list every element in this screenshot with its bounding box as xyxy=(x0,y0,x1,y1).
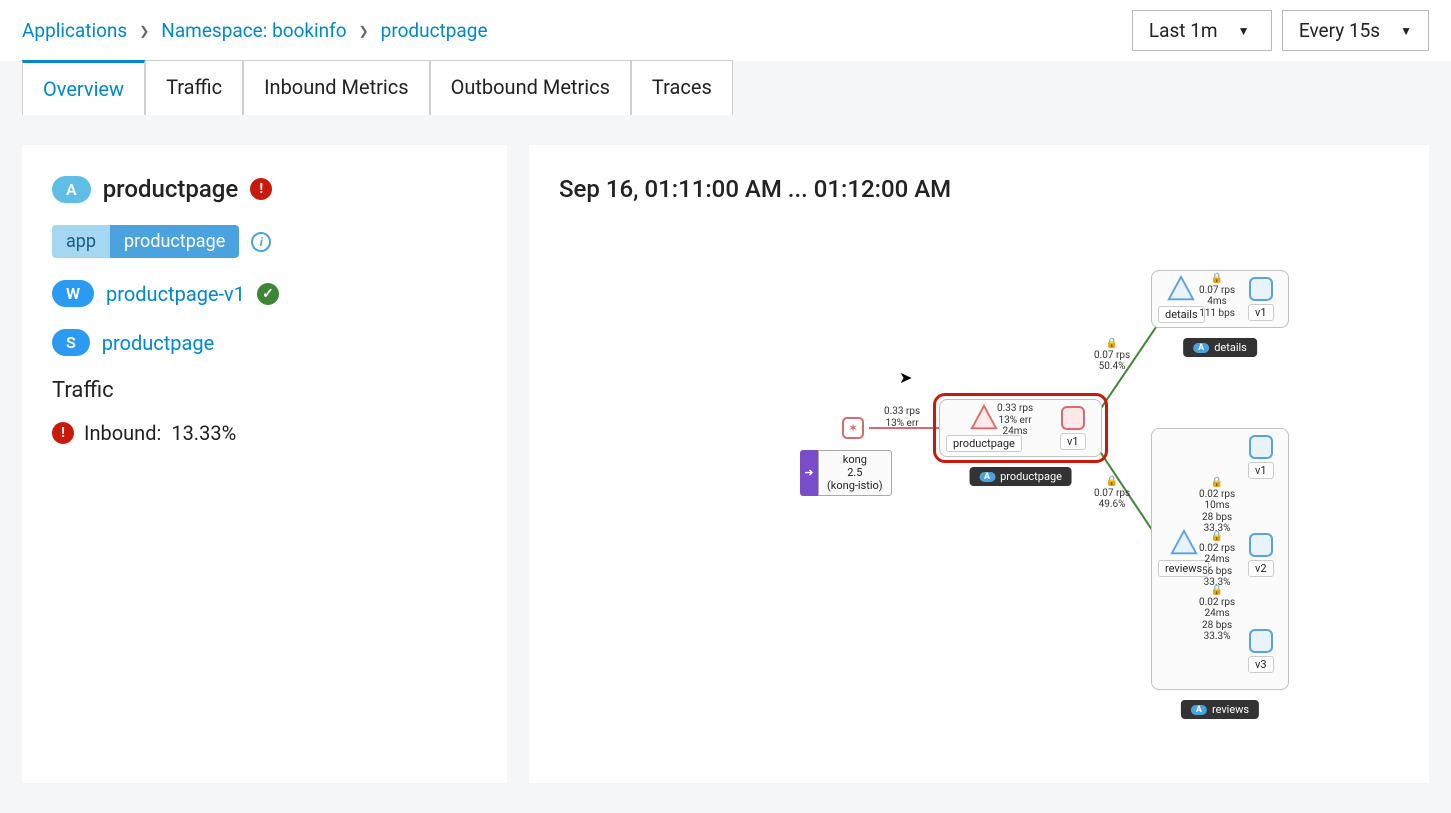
time-range-select[interactable]: Last 1m ▼ xyxy=(1132,10,1272,51)
group-label-details: Adetails xyxy=(1183,338,1257,357)
service-label: details xyxy=(1158,306,1205,323)
workload-node-reviews-v3[interactable]: v3 xyxy=(1248,629,1274,673)
edge-label-reviews-v3: 🔒 0.02 rps 24ms 28 bps 33.3% xyxy=(1199,585,1235,643)
app-label-chip: app productpage xyxy=(52,225,239,258)
edge-label-reviews-v2: 🔒 0.02 rps 24ms 56 bps 33.3% xyxy=(1199,531,1235,589)
workload-node-reviews-v2[interactable]: v2 xyxy=(1248,533,1274,577)
edge-label-reviews-v1: 🔒 0.02 rps 10ms 28 bps 33.3% xyxy=(1199,477,1235,535)
service-badge: S xyxy=(52,329,90,356)
ingress-name: kong xyxy=(827,453,883,466)
time-range-value: Last 1m xyxy=(1149,19,1218,42)
unknown-node[interactable]: ✶ xyxy=(842,417,864,439)
refresh-interval-select[interactable]: Every 15s ▼ xyxy=(1282,10,1429,51)
error-icon: ! xyxy=(250,178,272,200)
ingress-arrow-icon: ➜ xyxy=(800,450,818,496)
graph-panel: Sep 16, 01:11:00 AM ... 01:12:00 AM xyxy=(529,145,1429,783)
tab-traffic[interactable]: Traffic xyxy=(145,60,243,115)
service-label: productpage xyxy=(946,435,1022,452)
breadcrumb-namespace[interactable]: Namespace: bookinfo xyxy=(161,19,346,42)
group-label-productpage: Aproductpage xyxy=(969,467,1072,486)
workload-label: v1 xyxy=(1248,304,1274,321)
workload-label: v2 xyxy=(1248,560,1274,577)
app-name: productpage xyxy=(103,175,239,203)
caret-down-icon: ▼ xyxy=(1238,24,1250,38)
ingress-node-kong[interactable]: ➜ kong 2.5 (kong-istio) xyxy=(800,450,892,496)
workload-label: v3 xyxy=(1248,656,1274,673)
error-icon: ! xyxy=(52,422,74,444)
workload-link[interactable]: productpage-v1 xyxy=(106,282,245,306)
ok-icon: ✓ xyxy=(257,283,279,305)
workload-node-details-v1[interactable]: v1 xyxy=(1248,277,1274,321)
traffic-section-title: Traffic xyxy=(52,378,477,403)
edge-label-productpage-reviews: 🔒 0.07 rps 49.6% xyxy=(1094,476,1130,511)
edge-label-productpage-v1: 0.33 rps 13% err 24ms xyxy=(997,403,1033,438)
caret-down-icon: ▼ xyxy=(1400,24,1412,38)
breadcrumb-applications[interactable]: Applications xyxy=(22,19,127,42)
service-link[interactable]: productpage xyxy=(102,331,214,355)
label-key: app xyxy=(52,225,110,258)
ingress-version: 2.5 xyxy=(827,466,883,479)
lock-icon: 🔒 xyxy=(1211,477,1223,488)
lock-icon: 🔒 xyxy=(1106,338,1118,349)
content-area: A productpage ! app productpage i W prod… xyxy=(0,115,1451,813)
workload-badge: W xyxy=(52,280,94,307)
chevron-right-icon: ❯ xyxy=(139,24,149,38)
workload-node-productpage-v1[interactable]: v1 xyxy=(1060,406,1086,450)
service-node-details[interactable]: details xyxy=(1158,275,1205,323)
edge-label-details-v1: 🔒 0.07 rps 4ms 111 bps xyxy=(1199,273,1235,319)
header-controls: Last 1m ▼ Every 15s ▼ xyxy=(1132,10,1429,51)
workload-label: v1 xyxy=(1248,462,1274,479)
group-label-reviews: Areviews xyxy=(1181,700,1259,719)
lock-icon: 🔒 xyxy=(1106,476,1118,487)
app-info-card: A productpage ! app productpage i W prod… xyxy=(22,145,507,783)
lock-icon: 🔒 xyxy=(1211,585,1223,596)
cursor-icon: ➤ xyxy=(899,368,912,387)
traffic-inbound-label: Inbound: xyxy=(84,421,161,445)
tab-overview[interactable]: Overview xyxy=(22,60,145,115)
info-icon[interactable]: i xyxy=(251,232,271,252)
lock-icon: 🔒 xyxy=(1211,273,1223,284)
refresh-interval-value: Every 15s xyxy=(1299,19,1380,42)
breadcrumb-app[interactable]: productpage xyxy=(381,19,488,42)
edge-label-kong-productpage: 0.33 rps 13% err xyxy=(884,406,920,429)
edge-label-productpage-details: 🔒 0.07 rps 50.4% xyxy=(1094,338,1130,373)
tab-traces[interactable]: Traces xyxy=(631,60,733,115)
tab-outbound-metrics[interactable]: Outbound Metrics xyxy=(430,60,631,115)
topology-graph[interactable]: ➤ ➜ kong 2.5 (kong-istio) ✶ 0.33 rps 13%… xyxy=(559,233,1399,753)
ingress-namespace: (kong-istio) xyxy=(827,479,883,492)
header-bar: Applications ❯ Namespace: bookinfo ❯ pro… xyxy=(0,0,1451,61)
graph-timerange: Sep 16, 01:11:00 AM ... 01:12:00 AM xyxy=(559,175,1399,203)
chevron-right-icon: ❯ xyxy=(359,24,369,38)
workload-label: v1 xyxy=(1060,433,1086,450)
app-badge: A xyxy=(52,176,91,203)
traffic-inbound-row: ! Inbound: 13.33% xyxy=(52,421,477,445)
lock-icon: 🔒 xyxy=(1211,531,1223,542)
tabs: Overview Traffic Inbound Metrics Outboun… xyxy=(0,61,1451,115)
traffic-inbound-value: 13.33% xyxy=(171,421,236,445)
tab-inbound-metrics[interactable]: Inbound Metrics xyxy=(243,60,429,115)
workload-node-reviews-v1[interactable]: v1 xyxy=(1248,435,1274,479)
breadcrumb: Applications ❯ Namespace: bookinfo ❯ pro… xyxy=(22,19,488,42)
label-value: productpage xyxy=(110,225,239,258)
